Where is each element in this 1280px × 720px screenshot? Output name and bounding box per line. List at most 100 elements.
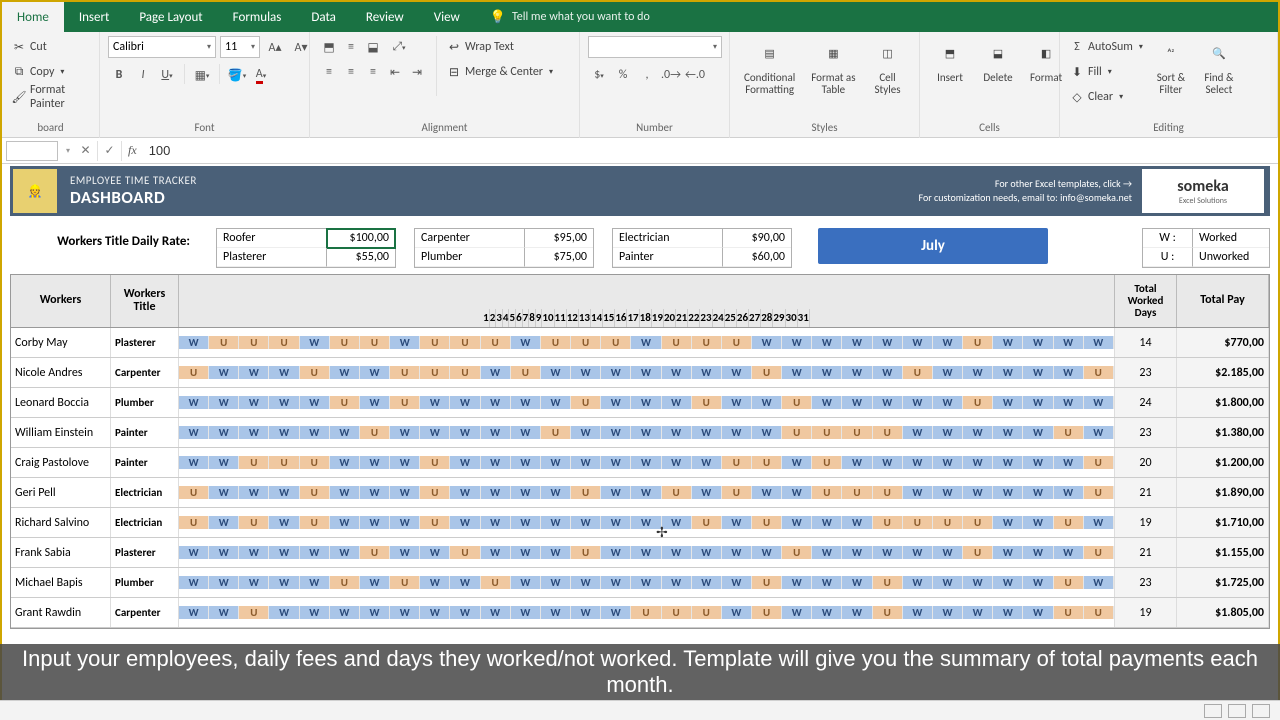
day-cell[interactable]: U — [722, 486, 752, 499]
tab-view[interactable]: View — [419, 2, 475, 32]
day-cell[interactable]: U — [631, 606, 661, 619]
day-cell[interactable]: W — [269, 366, 299, 379]
day-cell[interactable]: W — [993, 396, 1023, 409]
day-cell[interactable]: U — [420, 336, 450, 349]
day-cell[interactable]: W — [209, 366, 239, 379]
increase-decimal-button[interactable]: .0→ — [660, 64, 682, 86]
day-cell[interactable]: W — [179, 456, 209, 469]
day-cell[interactable]: W — [209, 456, 239, 469]
day-cell[interactable]: W — [1023, 606, 1053, 619]
day-cell[interactable]: U — [269, 456, 299, 469]
day-cell[interactable]: U — [239, 456, 269, 469]
day-cell[interactable]: W — [601, 366, 631, 379]
day-cell[interactable]: W — [481, 426, 511, 439]
day-cell[interactable]: W — [330, 606, 360, 619]
total-worked-days[interactable]: 21 — [1115, 538, 1177, 567]
worker-title[interactable]: Painter — [111, 418, 179, 447]
day-header[interactable]: 13 — [579, 309, 591, 327]
day-cell[interactable]: W — [933, 366, 963, 379]
day-cell[interactable]: U — [782, 396, 812, 409]
day-cell[interactable]: W — [692, 576, 722, 589]
align-bottom-button[interactable]: ⬓ — [362, 36, 384, 58]
day-cell[interactable]: W — [390, 336, 420, 349]
day-cell[interactable]: U — [300, 456, 330, 469]
day-cell[interactable]: W — [239, 396, 269, 409]
formula-input[interactable] — [143, 143, 1278, 158]
bold-button[interactable]: B — [108, 64, 130, 86]
day-cell[interactable]: U — [722, 336, 752, 349]
total-worked-days[interactable]: 21 — [1115, 478, 1177, 507]
day-cell[interactable]: U — [1084, 456, 1114, 469]
day-cell[interactable]: W — [300, 546, 330, 559]
day-cell[interactable]: U — [300, 366, 330, 379]
day-cell[interactable]: W — [209, 426, 239, 439]
total-worked-days[interactable]: 19 — [1115, 508, 1177, 537]
decrease-font-button[interactable]: A▾ — [290, 36, 312, 58]
day-cell[interactable]: W — [239, 576, 269, 589]
day-cell[interactable]: W — [903, 456, 933, 469]
day-cell[interactable]: W — [1054, 546, 1084, 559]
month-selector[interactable]: July — [818, 228, 1048, 264]
worker-name[interactable]: Leonard Boccia — [11, 388, 111, 417]
day-cell[interactable]: W — [722, 606, 752, 619]
total-worked-days[interactable]: 23 — [1115, 568, 1177, 597]
orientation-button[interactable]: ⤢▾ — [384, 36, 414, 58]
view-break-button[interactable] — [1252, 704, 1270, 718]
day-cell[interactable]: W — [782, 516, 812, 529]
day-cell[interactable]: W — [601, 516, 631, 529]
comma-format-button[interactable]: , — [636, 64, 658, 86]
day-cell[interactable]: W — [511, 396, 541, 409]
view-page-button[interactable] — [1228, 704, 1246, 718]
align-top-button[interactable]: ⬒ — [318, 36, 340, 58]
day-cell[interactable]: W — [963, 606, 993, 619]
day-cell[interactable]: W — [722, 366, 752, 379]
day-header[interactable]: 26 — [737, 309, 749, 327]
day-cell[interactable]: W — [842, 366, 872, 379]
rate-value[interactable]: $75,00 — [525, 248, 593, 267]
rate-value[interactable]: $100,00 — [327, 229, 395, 248]
day-cell[interactable]: W — [842, 576, 872, 589]
col-title[interactable]: Workers Title — [111, 275, 179, 327]
day-header[interactable]: 4 — [503, 309, 510, 327]
day-cell[interactable]: U — [812, 426, 842, 439]
day-cell[interactable]: U — [571, 546, 601, 559]
day-cell[interactable]: U — [873, 516, 903, 529]
day-cell[interactable]: W — [903, 426, 933, 439]
day-cell[interactable]: W — [360, 516, 390, 529]
day-cell[interactable]: W — [541, 576, 571, 589]
day-cell[interactable]: W — [360, 576, 390, 589]
day-cell[interactable]: W — [511, 606, 541, 619]
day-cell[interactable]: W — [963, 366, 993, 379]
total-worked-days[interactable]: 23 — [1115, 418, 1177, 447]
day-cell[interactable]: W — [631, 426, 661, 439]
copy-button[interactable]: ⧉Copy▾ — [10, 61, 91, 83]
day-cell[interactable]: W — [239, 546, 269, 559]
day-cell[interactable]: W — [179, 606, 209, 619]
day-cell[interactable]: U — [842, 426, 872, 439]
day-header[interactable]: 3 — [496, 309, 503, 327]
day-cell[interactable]: W — [903, 576, 933, 589]
align-left-button[interactable]: ≡ — [318, 61, 340, 83]
day-cell[interactable]: W — [812, 396, 842, 409]
day-cell[interactable]: U — [481, 336, 511, 349]
day-cell[interactable]: W — [179, 336, 209, 349]
day-cell[interactable]: U — [873, 606, 903, 619]
day-cell[interactable]: U — [662, 336, 692, 349]
rate-value[interactable]: $90,00 — [723, 229, 791, 248]
align-middle-button[interactable]: ≡ — [340, 36, 362, 58]
day-cell[interactable]: W — [360, 606, 390, 619]
day-cell[interactable]: W — [179, 426, 209, 439]
day-cell[interactable]: U — [692, 606, 722, 619]
day-cell[interactable]: W — [481, 366, 511, 379]
day-cell[interactable]: U — [300, 486, 330, 499]
day-cell[interactable]: W — [571, 606, 601, 619]
day-cell[interactable]: W — [963, 456, 993, 469]
accounting-format-button[interactable]: $▾ — [588, 64, 610, 86]
day-cell[interactable]: W — [1054, 366, 1084, 379]
day-cell[interactable]: W — [571, 516, 601, 529]
fill-color-button[interactable]: 🪣▾ — [226, 64, 248, 86]
sort-filter-button[interactable]: ᴬᶻSort & Filter — [1149, 36, 1193, 98]
total-worked-days[interactable]: 19 — [1115, 598, 1177, 627]
day-cell[interactable]: W — [993, 606, 1023, 619]
delete-cells-button[interactable]: ⬓Delete — [976, 36, 1020, 86]
